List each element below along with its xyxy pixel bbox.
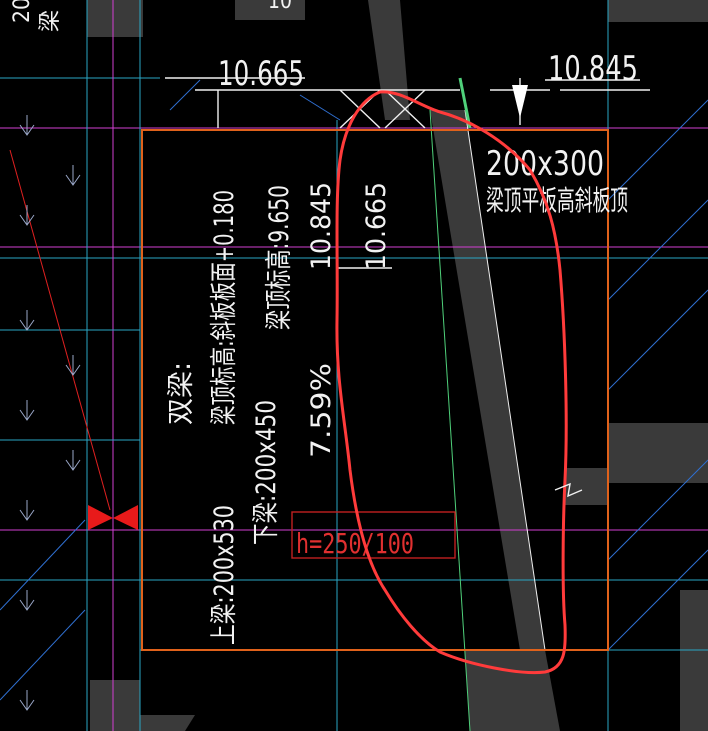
vtext-double-beam: 双梁: [166, 362, 197, 425]
elevation-left-text: 10.665 [218, 54, 304, 94]
vertical-annotations: 双梁: 梁顶标高:斜板板面+0.180 梁顶标高:9.650 10.845 10… [166, 182, 392, 645]
section-marker-right [113, 505, 138, 530]
vtext-elev-10665: 10.665 [361, 182, 392, 270]
cad-drawing: h=250/100 10.665 10.845 200x300 梁顶平板高斜板顶… [0, 0, 708, 731]
vtext-slope: 7.59% [306, 363, 337, 458]
cad-drawing-canvas[interactable]: h=250/100 10.665 10.845 200x300 梁顶平板高斜板顶… [0, 0, 708, 731]
vtext-upper-beam: 上梁:200x530 [209, 505, 240, 645]
corner-fragment-c: 10 [268, 0, 292, 14]
down-arrow-icon [512, 85, 528, 118]
beam-desc-note: 梁顶平板高斜板顶 [486, 184, 628, 217]
elevation-right-text: 10.845 [548, 49, 638, 89]
grid-lines [0, 0, 708, 731]
vtext-beam-top-elev: 梁顶标高:9.650 [264, 185, 295, 330]
section-arrows [19, 115, 81, 711]
vtext-elev-10845: 10.845 [306, 182, 337, 270]
corner-fragment-b: 梁 [38, 10, 63, 32]
corner-fragment-a: 20 [10, 0, 35, 23]
vtext-beam-top-slab: 梁顶标高:斜板板面+0.180 [209, 190, 240, 425]
vtext-lower-beam: 下梁:200x450 [251, 400, 282, 545]
slab-thickness-label: h=250/100 [296, 527, 414, 560]
beam-size-note: 200x300 [486, 144, 604, 184]
structure-fills [0, 0, 708, 731]
